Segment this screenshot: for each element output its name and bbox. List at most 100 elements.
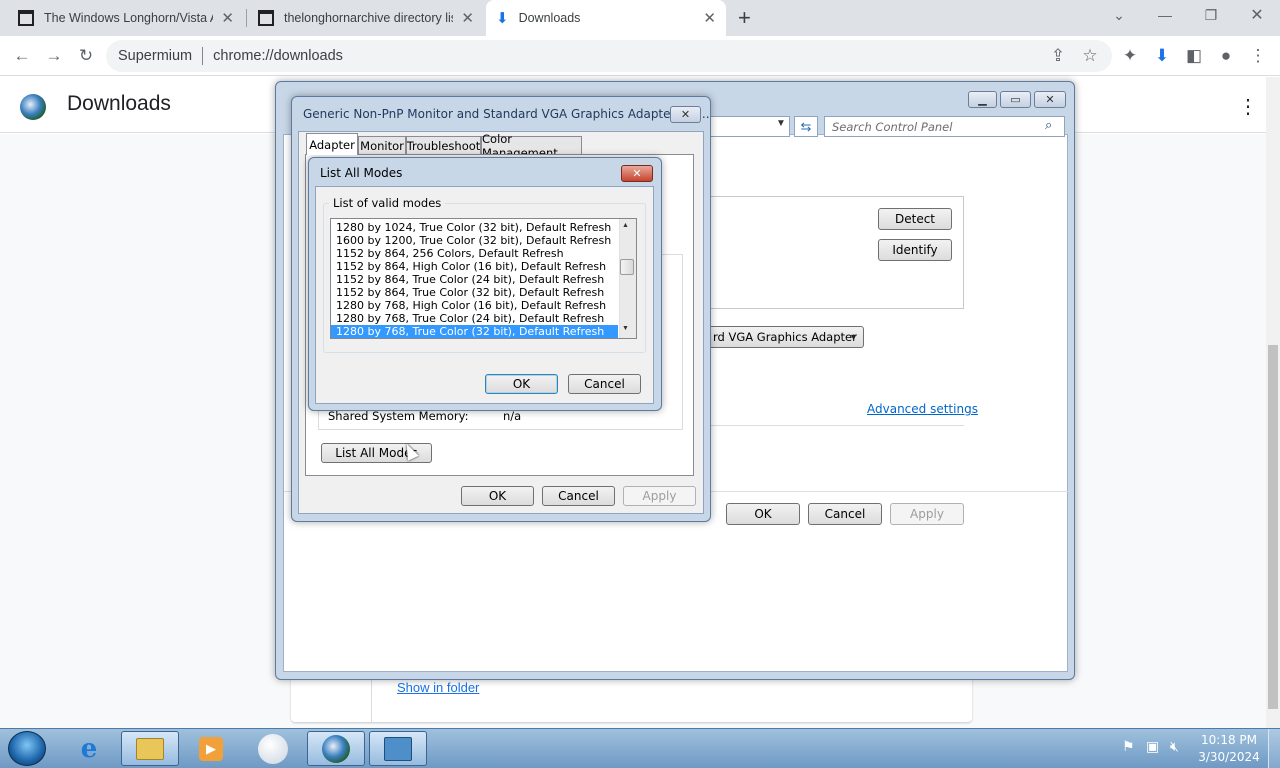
browser-logo-icon	[322, 734, 350, 763]
tab-color-management[interactable]: Color Management	[481, 132, 582, 160]
cp-ok-button[interactable]: OK	[726, 503, 800, 525]
tab-directory-listing[interactable]: thelonghornarchive directory lis ✕	[248, 0, 484, 36]
detect-button[interactable]: Detect	[878, 208, 952, 230]
more-options-icon[interactable]: ⋮	[1238, 94, 1258, 119]
search-icon[interactable]: ⌕	[1045, 117, 1052, 133]
tab-downloads[interactable]: ⬇ Downloads ✕	[486, 0, 726, 36]
properties-ok-button[interactable]: OK	[461, 486, 534, 506]
network-icon[interactable]: ▣	[1146, 738, 1159, 755]
mode-list-item[interactable]: 1152 by 864, 256 Colors, Default Refresh	[331, 247, 618, 260]
scroll-up-icon[interactable]: ▲	[622, 222, 629, 229]
app-orb-icon	[258, 733, 288, 764]
taskbar-supermium[interactable]	[307, 731, 365, 766]
shared-memory-label: Shared System Memory:	[328, 409, 469, 423]
tab-troubleshoot[interactable]: Troubleshoot	[406, 136, 481, 155]
mode-list-item[interactable]: 1280 by 768, True Color (24 bit), Defaul…	[331, 312, 618, 325]
volume-muted-icon[interactable]: 🔇︎	[1170, 738, 1179, 755]
search-placeholder: Search Control Panel	[832, 119, 953, 134]
archive-icon	[258, 10, 274, 26]
tab-adapter[interactable]: Adapter	[306, 133, 358, 155]
taskbar-internet-explorer[interactable]: e	[60, 731, 118, 766]
list-modes-title: List All Modes	[320, 166, 403, 180]
mode-list-item[interactable]: 1600 by 1200, True Color (32 bit), Defau…	[331, 234, 618, 247]
cp-maximize-icon[interactable]: ▭	[1000, 91, 1031, 108]
cp-cancel-button[interactable]: Cancel	[808, 503, 882, 525]
side-panel-icon[interactable]: ◧	[1182, 44, 1206, 68]
scrollbar-thumb[interactable]	[1268, 345, 1278, 709]
scroll-down-icon[interactable]: ▼	[622, 325, 629, 332]
separator	[700, 425, 964, 426]
site-label: Supermium	[118, 48, 193, 64]
tab-longhorn-archive[interactable]: The Windows Longhorn/Vista Ar ✕	[8, 0, 244, 36]
reload-icon[interactable]: ↻	[74, 44, 98, 68]
mode-list-item[interactable]: 1280 by 1024, True Color (32 bit), Defau…	[331, 221, 618, 234]
cp-close-icon[interactable]: ✕	[1034, 91, 1066, 108]
close-window-icon[interactable]: ✕	[1234, 0, 1280, 30]
valid-modes-label: List of valid modes	[329, 196, 446, 210]
show-desktop-button[interactable]	[1268, 729, 1280, 768]
close-icon[interactable]: ✕	[703, 9, 716, 27]
clock-time[interactable]: 10:18 PM	[1196, 733, 1262, 747]
mode-list-item[interactable]: 1280 by 768, True Color (32 bit), Defaul…	[331, 325, 618, 338]
download-icon[interactable]: ⬇	[1150, 44, 1174, 68]
download-icon: ⬇	[496, 10, 509, 27]
identify-button[interactable]: Identify	[878, 239, 952, 261]
bookmark-star-icon[interactable]: ☆	[1078, 44, 1102, 68]
modes-list: 1280 by 1024, True Color (32 bit), Defau…	[331, 221, 636, 338]
address-bar[interactable]: Supermium chrome://downloads	[106, 40, 1112, 72]
restore-icon[interactable]: ❐	[1188, 0, 1234, 30]
tab-title: thelonghornarchive directory lis	[284, 11, 454, 25]
new-tab-icon[interactable]: +	[738, 5, 751, 31]
mode-list-item[interactable]: 1152 by 864, High Color (16 bit), Defaul…	[331, 260, 618, 273]
taskbar-app[interactable]	[244, 731, 302, 766]
properties-cancel-button[interactable]: Cancel	[542, 486, 615, 506]
mode-list-item[interactable]: 1152 by 864, True Color (24 bit), Defaul…	[331, 273, 618, 286]
show-in-folder-link[interactable]: Show in folder	[397, 680, 479, 695]
close-icon[interactable]: ✕	[461, 9, 474, 27]
chevron-down-icon[interactable]: ▼	[776, 118, 786, 129]
taskbar-media-player[interactable]: ▶	[182, 731, 240, 766]
folder-icon	[136, 737, 164, 760]
listbox-scroll-thumb[interactable]	[620, 259, 634, 275]
extensions-icon[interactable]: ✦	[1118, 44, 1142, 68]
modes-listbox[interactable]: 1280 by 1024, True Color (32 bit), Defau…	[330, 218, 637, 339]
tab-title: Downloads	[518, 11, 581, 25]
tab-title: The Windows Longhorn/Vista Ar	[44, 11, 214, 25]
refresh-icon[interactable]: ⇆	[794, 116, 818, 137]
cp-minimize-icon[interactable]: ▁	[968, 91, 997, 108]
start-button[interactable]	[8, 731, 46, 766]
taskbar-explorer[interactable]	[121, 731, 179, 766]
back-icon[interactable]: ←	[10, 44, 34, 68]
minimize-icon[interactable]: —	[1142, 0, 1188, 30]
internet-explorer-icon: e	[80, 733, 98, 764]
url-text: chrome://downloads	[213, 48, 343, 64]
properties-apply-button[interactable]: Apply	[623, 486, 696, 506]
browser-logo-icon	[20, 94, 46, 120]
list-modes-ok-button[interactable]: OK	[485, 374, 558, 394]
page-title: Downloads	[67, 92, 171, 115]
tab-monitor[interactable]: Monitor	[358, 136, 406, 155]
close-icon[interactable]: ✕	[221, 9, 234, 27]
clock-date[interactable]: 3/30/2024	[1196, 750, 1262, 764]
list-modes-cancel-button[interactable]: Cancel	[568, 374, 641, 394]
shared-memory-value: n/a	[503, 409, 522, 423]
cp-apply-button[interactable]: Apply	[890, 503, 964, 525]
advanced-settings-link[interactable]: Advanced settings	[867, 402, 978, 416]
adapter-dropdown[interactable]: rd VGA Graphics Adapter ▼	[706, 326, 864, 348]
omnibox-divider	[202, 47, 204, 65]
properties-close-icon[interactable]: ✕	[670, 106, 701, 123]
properties-title: Generic Non-PnP Monitor and Standard VGA…	[303, 107, 710, 121]
cp-search-box[interactable]: Search Control Panel	[824, 116, 1065, 137]
action-center-flag-icon[interactable]: ⚑	[1122, 738, 1135, 755]
forward-icon[interactable]: →	[42, 44, 66, 68]
tab-search-icon[interactable]: ⌄	[1096, 0, 1142, 30]
mode-list-item[interactable]: 1152 by 864, True Color (32 bit), Defaul…	[331, 286, 618, 299]
menu-icon[interactable]: ⋮	[1246, 44, 1270, 68]
taskbar-control-panel[interactable]	[369, 731, 427, 766]
share-icon[interactable]: ⇪	[1046, 44, 1070, 68]
list-modes-close-icon[interactable]: ✕	[621, 165, 653, 182]
chevron-down-icon: ▼	[849, 332, 858, 342]
profile-icon[interactable]: ●	[1214, 44, 1238, 68]
listbox-scrollbar[interactable]	[619, 219, 636, 338]
mode-list-item[interactable]: 1280 by 768, High Color (16 bit), Defaul…	[331, 299, 618, 312]
